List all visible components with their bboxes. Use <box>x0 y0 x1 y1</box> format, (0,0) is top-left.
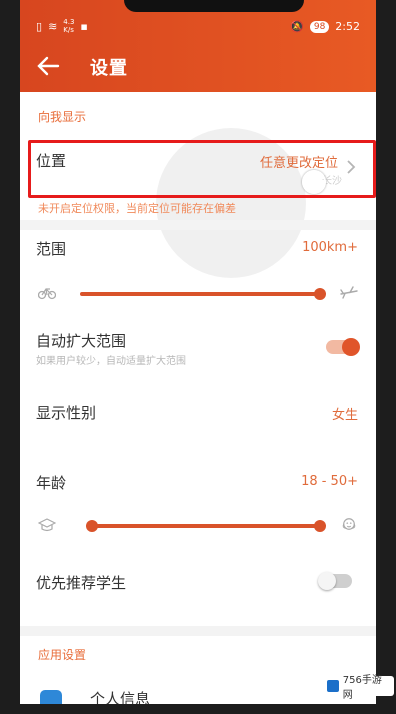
wifi-icon: ≋ <box>48 19 58 33</box>
range-slider-track <box>80 292 320 296</box>
personal-info-icon <box>40 690 62 704</box>
sim-icon: ▯ <box>36 19 43 33</box>
students-toggle[interactable] <box>318 572 352 590</box>
auto-expand-toggle[interactable] <box>326 338 360 356</box>
app-header: ▯ ≋ 4.3 K/s ▪ 🔕 98 2:52 设置 <box>20 0 376 92</box>
range-slider[interactable] <box>20 280 376 310</box>
range-slider-thumb[interactable] <box>314 288 326 300</box>
age-slider-min-thumb[interactable] <box>86 520 98 532</box>
auto-expand-subtitle: 如果用户较少，自动适量扩大范围 <box>36 356 186 367</box>
phone-frame: ▯ ≋ 4.3 K/s ▪ 🔕 98 2:52 设置 向我显示 位置 任意更改定… <box>0 0 396 714</box>
gender-value: 女生 <box>331 408 358 423</box>
toggle-thumb <box>342 338 360 356</box>
back-arrow-icon[interactable] <box>36 56 60 76</box>
site-watermark: 756手游网 <box>324 675 394 701</box>
battery-indicator: 98 <box>309 20 330 33</box>
age-slider-max-thumb[interactable] <box>314 520 326 532</box>
gender-row[interactable]: 显示性别 女生 <box>20 396 376 428</box>
location-warning: 未开启定位权限，当前定位可能存在偏差 <box>38 202 236 215</box>
students-title: 优先推荐学生 <box>36 574 127 592</box>
toggle-thumb <box>318 572 336 590</box>
age-title: 年龄 <box>36 474 67 492</box>
watermark-logo-icon <box>327 680 339 692</box>
camera-notch <box>124 0 304 12</box>
message-icon: ▪ <box>80 19 88 33</box>
airplane-icon <box>340 286 358 299</box>
section-label-app: 应用设置 <box>38 648 87 662</box>
clock: 2:52 <box>335 20 360 33</box>
auto-expand-title: 自动扩大范围 <box>36 332 127 350</box>
age-value: 18 - 50+ <box>301 474 358 489</box>
range-title: 范围 <box>36 240 67 258</box>
section-label-display: 向我显示 <box>38 110 87 124</box>
auto-expand-row[interactable]: 自动扩大范围 如果用户较少，自动适量扩大范围 <box>20 326 376 370</box>
age-slider-track <box>92 524 320 528</box>
mute-icon: 🔕 <box>290 20 304 33</box>
section-divider <box>20 220 376 230</box>
age-slider[interactable] <box>20 512 376 542</box>
gender-title: 显示性别 <box>36 404 97 422</box>
range-value: 100km+ <box>302 240 358 255</box>
page-title: 设置 <box>90 58 128 79</box>
elder-face-icon <box>342 518 356 530</box>
screen: ▯ ≋ 4.3 K/s ▪ 🔕 98 2:52 设置 向我显示 位置 任意更改定… <box>20 0 376 704</box>
graduation-cap-icon <box>38 518 56 532</box>
section-divider <box>20 626 376 636</box>
personal-info-title[interactable]: 个人信息 <box>90 688 150 704</box>
network-speed: 4.3 K/s <box>63 18 75 34</box>
bicycle-icon <box>38 288 56 300</box>
watermark-text: 756手游网 <box>342 675 382 701</box>
highlight-box <box>28 140 376 198</box>
